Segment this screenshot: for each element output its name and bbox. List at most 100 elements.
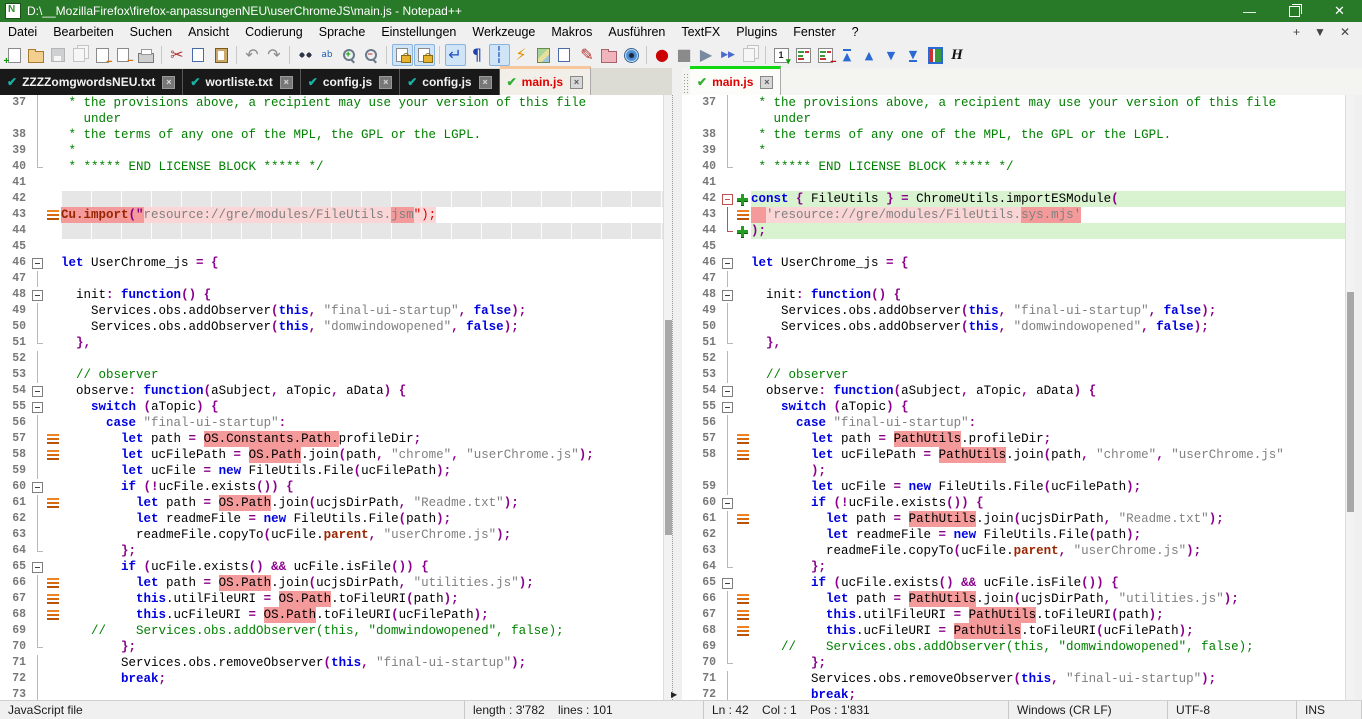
tab-main-js[interactable]: ✔main.js×	[690, 66, 781, 95]
function-list-icon[interactable]: ⚡	[511, 44, 532, 66]
macro-record-icon[interactable]: ●	[652, 44, 673, 66]
word-wrap-icon[interactable]: ↵	[445, 44, 466, 66]
compare-clear-icon[interactable]	[815, 44, 836, 66]
line-text: break;	[751, 687, 1345, 700]
tab-config-js[interactable]: ✔config.js×	[400, 69, 499, 95]
fold-collapse-icon[interactable]	[721, 399, 734, 415]
sync-horizontal-scroll-icon[interactable]	[414, 44, 435, 66]
show-all-characters-icon[interactable]: ¶	[467, 44, 488, 66]
document-map-icon[interactable]	[533, 44, 554, 66]
tab-wortliste-txt[interactable]: ✔wortliste.txt×	[183, 69, 300, 95]
prev-diff-icon[interactable]: ▲	[859, 44, 880, 66]
redo-icon[interactable]: ↷	[264, 44, 285, 66]
folder-as-workspace-icon[interactable]	[599, 44, 620, 66]
fold-collapse-icon[interactable]	[721, 575, 734, 591]
menu-werkzeuge[interactable]: Werkzeuge	[464, 23, 543, 41]
fold-collapse-icon[interactable]	[31, 559, 44, 575]
undo-icon[interactable]: ↶	[242, 44, 263, 66]
line-number: 55	[0, 399, 31, 415]
restore-button[interactable]	[1272, 0, 1317, 22]
right-vertical-scrollbar[interactable]	[1345, 95, 1355, 700]
close-icon[interactable]	[92, 44, 113, 66]
first-diff-icon[interactable]: ▲	[837, 44, 858, 66]
paste-icon[interactable]	[211, 44, 232, 66]
fold-collapse-icon[interactable]	[31, 287, 44, 303]
fold-collapse-icon[interactable]	[721, 287, 734, 303]
fold-collapse-icon[interactable]	[31, 383, 44, 399]
close-button[interactable]: ✕	[1317, 0, 1362, 22]
tab-close-icon[interactable]: ×	[760, 76, 773, 89]
menu-right-icon[interactable]: ✕	[1340, 25, 1350, 39]
code-line: 46let UserChrome_js = {	[682, 255, 1345, 271]
fold-collapse-icon[interactable]	[31, 255, 44, 271]
tab-main-js[interactable]: ✔main.js×	[500, 66, 591, 95]
replace-icon[interactable]: ab	[317, 44, 338, 66]
right-editor-pane[interactable]: 37 * the provisions above, a recipient m…	[682, 95, 1345, 700]
copy-icon[interactable]	[189, 44, 210, 66]
menu-ansicht[interactable]: Ansicht	[180, 23, 237, 41]
save-all-icon[interactable]	[70, 44, 91, 66]
zoom-in-icon[interactable]: +	[339, 44, 360, 66]
next-diff-icon[interactable]: ▼	[881, 44, 902, 66]
indent-guide-icon[interactable]: ┆	[489, 44, 510, 66]
fold-collapse-icon[interactable]	[31, 479, 44, 495]
close-all-icon[interactable]	[114, 44, 135, 66]
menu-right-icon[interactable]: ▼	[1314, 25, 1326, 39]
tab-bar-grip[interactable]	[683, 73, 688, 93]
print-icon[interactable]	[136, 44, 157, 66]
new-file-icon[interactable]	[4, 44, 25, 66]
tab-close-icon[interactable]: ×	[479, 76, 492, 89]
fold-collapse-icon[interactable]	[721, 191, 734, 207]
compare-icon[interactable]	[793, 44, 814, 66]
fold-collapse-icon[interactable]	[721, 383, 734, 399]
menu-einstellungen[interactable]: Einstellungen	[373, 23, 464, 41]
left-editor-pane[interactable]: 37 * the provisions above, a recipient m…	[0, 95, 663, 700]
right-scrollbar-thumb[interactable]	[1347, 292, 1354, 512]
file-monitoring-icon[interactable]	[621, 44, 642, 66]
menu-textfx[interactable]: TextFX	[673, 23, 728, 41]
menu-bearbeiten[interactable]: Bearbeiten	[45, 23, 121, 41]
macro-run-multiple-icon[interactable]: ▶▶	[718, 44, 739, 66]
fold-collapse-icon[interactable]	[721, 495, 734, 511]
last-diff-icon[interactable]: ▼	[903, 44, 924, 66]
document-list-icon[interactable]	[555, 44, 576, 66]
macro-stop-icon[interactable]: ■	[674, 44, 695, 66]
find-icon[interactable]	[295, 44, 316, 66]
line-number: 48	[682, 287, 721, 303]
left-tab-bar: ✔ZZZZomgwordsNEU.txt×✔wortliste.txt×✔con…	[0, 68, 672, 95]
menu-fenster[interactable]: Fenster	[785, 23, 843, 41]
menu-sprache[interactable]: Sprache	[311, 23, 374, 41]
left-scrollbar-thumb[interactable]	[665, 320, 672, 535]
menu-makros[interactable]: Makros	[543, 23, 600, 41]
tab-close-icon[interactable]: ×	[379, 76, 392, 89]
sync-vertical-scroll-icon[interactable]	[392, 44, 413, 66]
compare-navbar-icon[interactable]	[925, 44, 946, 66]
menu-ausfhren[interactable]: Ausführen	[600, 23, 673, 41]
menu-right-icon[interactable]: +	[1293, 25, 1300, 39]
menu-datei[interactable]: Datei	[0, 23, 45, 41]
menu-codierung[interactable]: Codierung	[237, 23, 311, 41]
menu-?[interactable]: ?	[844, 23, 867, 41]
zoom-out-icon[interactable]: −	[361, 44, 382, 66]
cut-icon[interactable]: ✂	[167, 44, 188, 66]
compare-set-first-icon[interactable]: 1	[771, 44, 792, 66]
fold-collapse-icon[interactable]	[31, 399, 44, 415]
tab-config-js[interactable]: ✔config.js×	[301, 69, 400, 95]
edit-popup-icon[interactable]: ✎	[577, 44, 598, 66]
menu-suchen[interactable]: Suchen	[122, 23, 180, 41]
html-preview-icon[interactable]: H	[947, 44, 968, 66]
macro-play-icon[interactable]: ▶	[696, 44, 717, 66]
macro-save-icon[interactable]	[740, 44, 761, 66]
tab-close-icon[interactable]: ×	[570, 76, 583, 89]
open-file-icon[interactable]	[26, 44, 47, 66]
save-icon[interactable]	[48, 44, 69, 66]
fold-collapse-icon[interactable]	[721, 255, 734, 271]
tab-close-icon[interactable]: ×	[162, 76, 175, 89]
scroll-right-arrow-icon[interactable]: ▶	[671, 690, 677, 699]
menu-plugins[interactable]: Plugins	[728, 23, 785, 41]
tab-close-icon[interactable]: ×	[280, 76, 293, 89]
line-number: 51	[0, 335, 31, 351]
tab-ZZZZomgwordsNEU-txt[interactable]: ✔ZZZZomgwordsNEU.txt×	[0, 69, 183, 95]
saved-check-icon: ✔	[190, 75, 200, 89]
minimize-button[interactable]: —	[1227, 0, 1272, 22]
